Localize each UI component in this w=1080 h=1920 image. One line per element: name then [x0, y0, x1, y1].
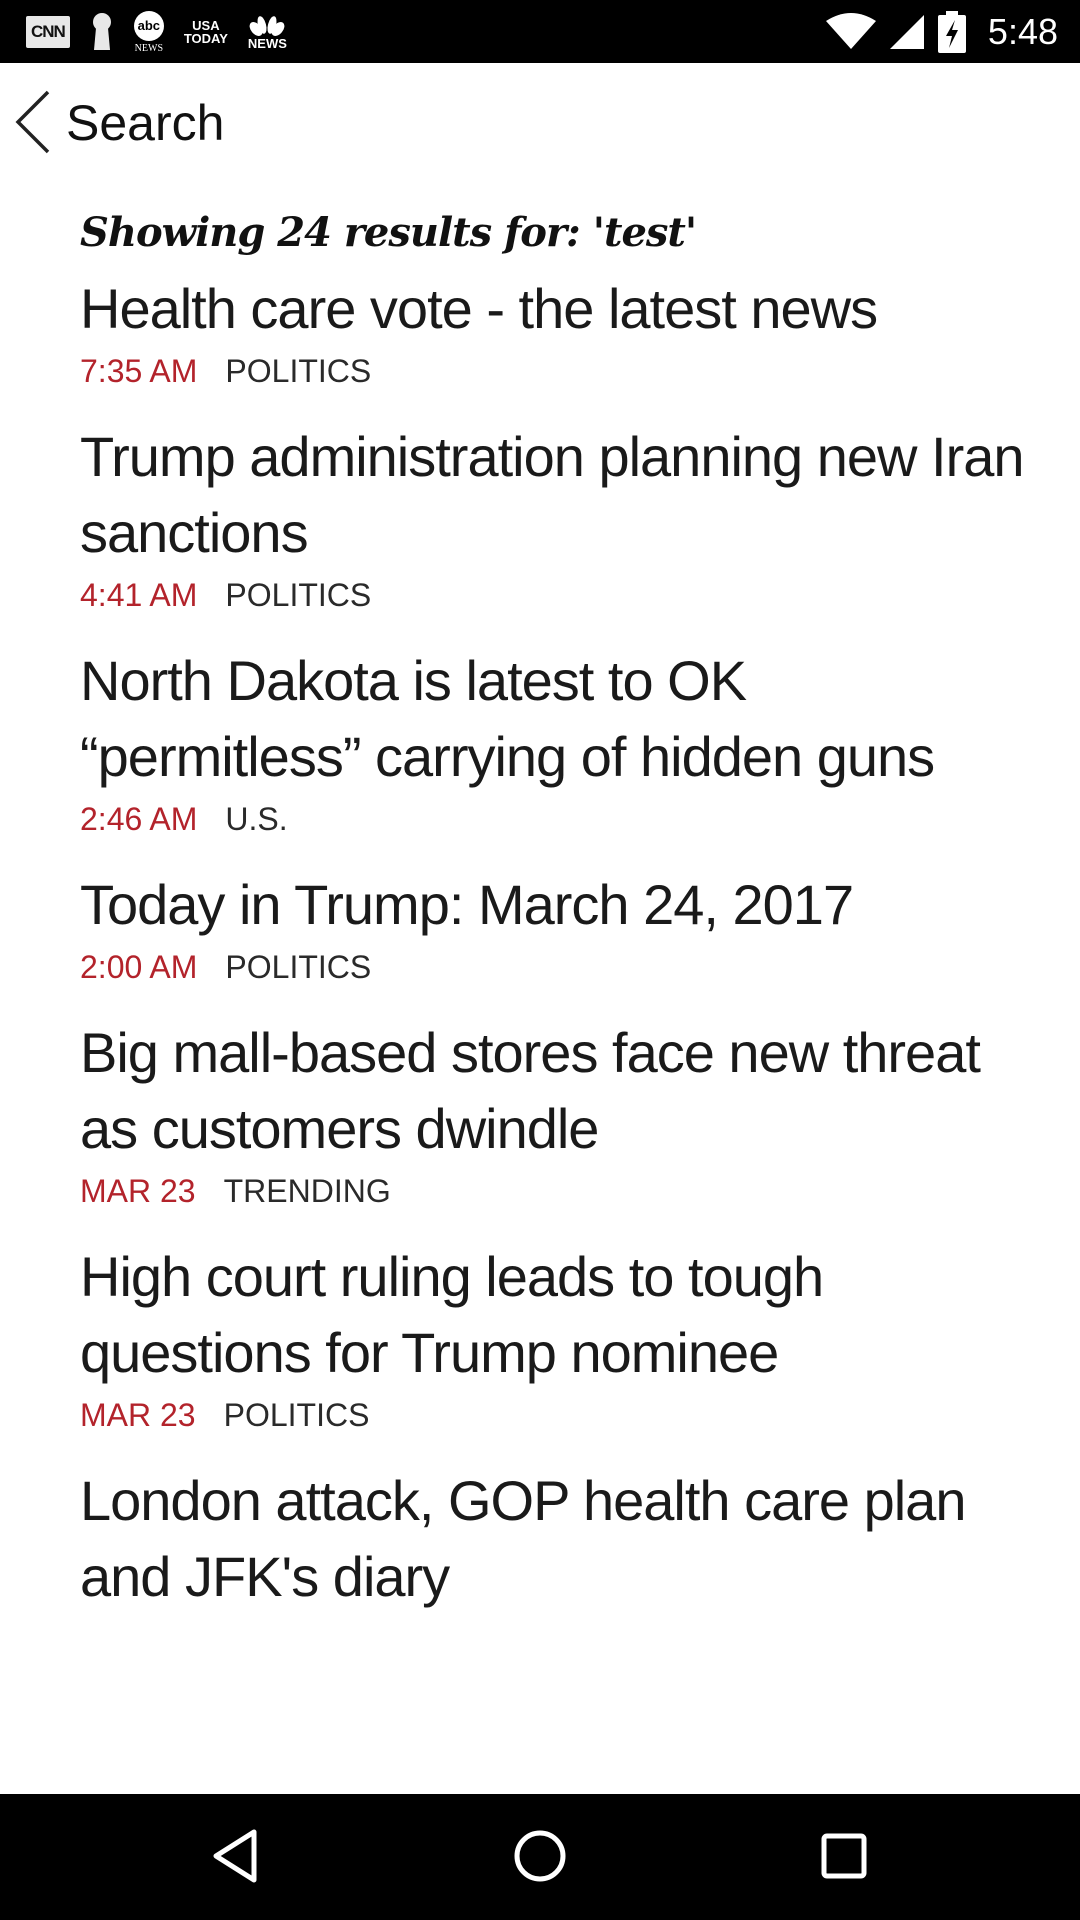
home-circle-icon [514, 1830, 566, 1882]
result-time: 4:41 AM [80, 577, 198, 613]
result-headline[interactable]: Today in Trump: March 24, 2017 [80, 867, 1040, 943]
signal-icon [889, 14, 924, 49]
usa-line2: TODAY [183, 31, 228, 46]
keyhole-icon [92, 13, 111, 50]
abc-news-icon: abc NEWS [133, 10, 164, 54]
usa-today-icon: USA TODAY [184, 19, 228, 45]
system-status: 5:48 [825, 0, 1058, 63]
result-item[interactable]: Trump administration planning new Iran s… [80, 419, 1040, 615]
nbc-news-icon: NEWS [248, 15, 287, 50]
results-summary: Showing 24 results for: 'test' [80, 209, 697, 256]
abc-logo: abc [133, 10, 164, 41]
abc-sub: NEWS [134, 42, 164, 54]
result-section: POLITICS [225, 577, 372, 613]
result-item[interactable]: Big mall-based stores face new threat as… [80, 1015, 1040, 1211]
wifi-icon [825, 12, 876, 49]
notification-icons: CNN abc NEWS USA TODAY NEWS [26, 8, 287, 56]
cnn-icon: CNN [26, 16, 70, 48]
nbc-label: NEWS [247, 35, 287, 51]
nav-home-button[interactable] [508, 1824, 572, 1888]
search-results: Showing 24 results for: 'test' Health ca… [80, 187, 1040, 1615]
result-time: 2:46 AM [80, 801, 198, 837]
result-meta: 2:46 AM U.S. [80, 799, 1040, 839]
result-item[interactable]: Health care vote - the latest news 7:35 … [80, 271, 1040, 391]
result-headline[interactable]: High court ruling leads to tough questio… [80, 1239, 1040, 1391]
result-headline[interactable]: North Dakota is latest to OK “permitless… [80, 643, 1040, 795]
result-headline[interactable]: London attack, GOP health care plan and … [80, 1463, 1040, 1615]
peacock-icon [250, 15, 285, 36]
recents-square-icon [821, 1833, 867, 1879]
system-nav-bar [0, 1794, 1080, 1920]
result-time: 2:00 AM [80, 949, 198, 985]
result-time: MAR 23 [80, 1397, 196, 1433]
result-time: 7:35 AM [80, 353, 198, 389]
result-item[interactable]: London attack, GOP health care plan and … [80, 1463, 1040, 1615]
nav-recents-button[interactable] [812, 1824, 876, 1888]
back-button[interactable] [14, 89, 54, 155]
battery-charging-icon [937, 10, 966, 53]
result-time: MAR 23 [80, 1173, 196, 1209]
result-section: POLITICS [225, 949, 372, 985]
nav-back-button[interactable] [204, 1824, 268, 1888]
result-section: U.S. [225, 801, 288, 837]
result-meta: MAR 23 TRENDING [80, 1171, 1040, 1211]
clock: 5:48 [987, 10, 1058, 52]
chevron-left-icon [15, 90, 50, 154]
result-headline[interactable]: Trump administration planning new Iran s… [80, 419, 1040, 571]
result-item[interactable]: North Dakota is latest to OK “permitless… [80, 643, 1040, 839]
result-headline[interactable]: Health care vote - the latest news [80, 271, 1040, 347]
result-meta: 2:00 AM POLITICS [80, 947, 1040, 987]
result-section: POLITICS [223, 1397, 370, 1433]
status-bar: CNN abc NEWS USA TODAY NEWS 5:48 [0, 0, 1080, 63]
result-item[interactable]: High court ruling leads to tough questio… [80, 1239, 1040, 1435]
result-meta: MAR 23 POLITICS [80, 1395, 1040, 1435]
back-triangle-icon [213, 1829, 257, 1883]
result-item[interactable]: Today in Trump: March 24, 2017 2:00 AM P… [80, 867, 1040, 987]
app-bar: Search [0, 63, 1080, 187]
page-title: Search [66, 95, 225, 151]
result-section: POLITICS [225, 353, 372, 389]
results-list: Health care vote - the latest news 7:35 … [80, 271, 1040, 1615]
result-headline[interactable]: Big mall-based stores face new threat as… [80, 1015, 1040, 1167]
result-section: TRENDING [223, 1173, 391, 1209]
result-meta: 4:41 AM POLITICS [80, 575, 1040, 615]
result-meta: 7:35 AM POLITICS [80, 351, 1040, 391]
